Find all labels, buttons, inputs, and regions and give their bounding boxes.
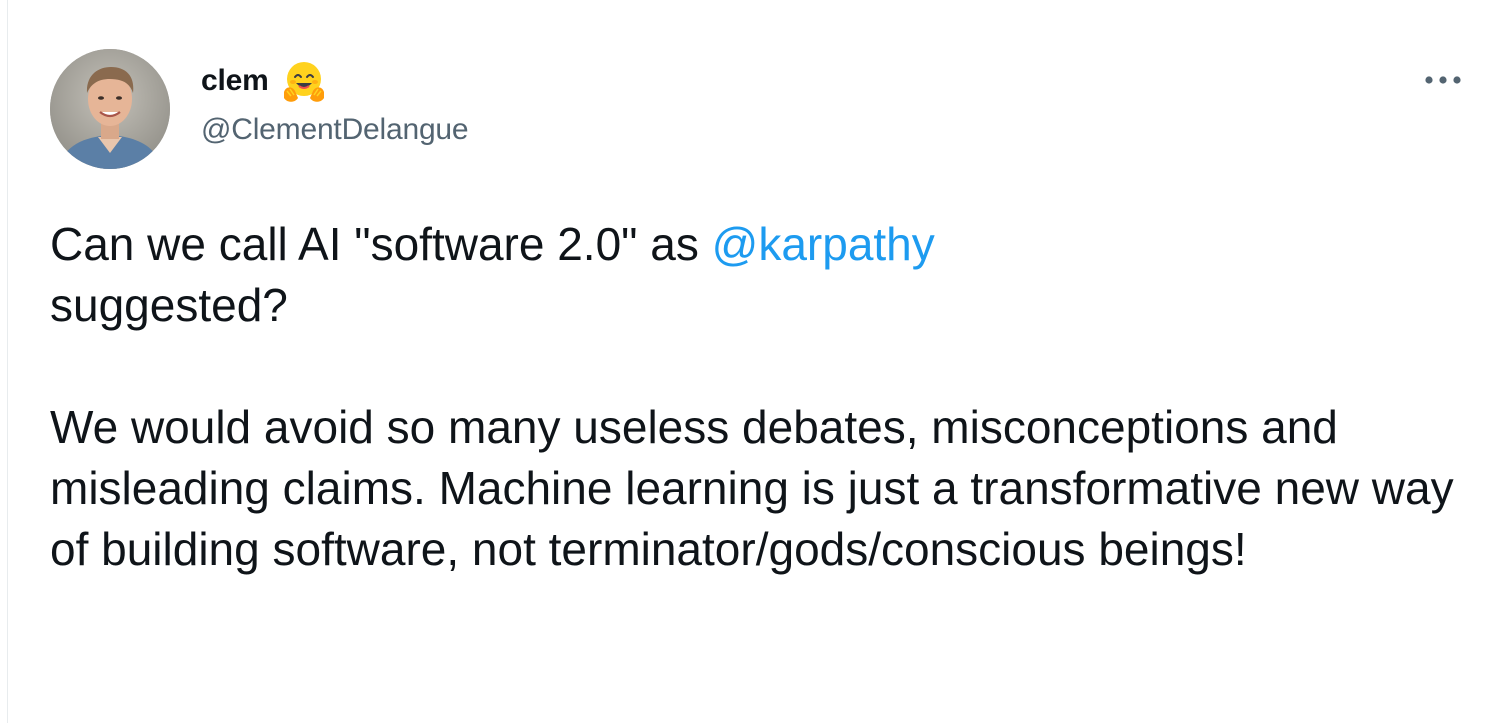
profile-photo [50, 49, 170, 169]
more-options-button[interactable] [1415, 62, 1471, 98]
tweet-body: Can we call AI "software 2.0" as @karpat… [50, 214, 1470, 580]
author-handle[interactable]: @ClementDelangue [201, 113, 469, 147]
hugging-face-emoji-icon [283, 62, 324, 102]
author-name-row[interactable]: clem [201, 58, 327, 104]
tweet-paragraph-2: We would avoid so many useless debates, … [50, 401, 1454, 575]
author-display-name[interactable]: clem [201, 64, 269, 98]
left-divider [7, 0, 8, 723]
tweet-text-suffix: suggested? [50, 279, 288, 331]
tweet-paragraph-1: Can we call AI "software 2.0" as @karpat… [50, 214, 1470, 336]
more-horizontal-icon [1425, 76, 1461, 84]
mention-link[interactable]: @karpathy [712, 218, 935, 270]
avatar[interactable] [50, 49, 170, 169]
tweet-text-prefix: Can we call AI "software 2.0" as [50, 218, 712, 270]
